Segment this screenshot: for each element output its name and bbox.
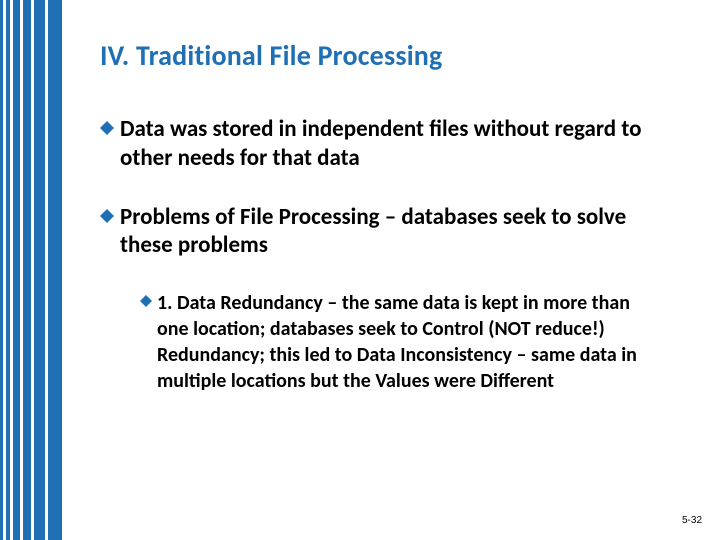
side-stripes bbox=[0, 0, 62, 540]
bullet-item: Problems of File Processing – databases … bbox=[100, 203, 680, 261]
diamond-bullet-icon bbox=[140, 295, 152, 307]
slide-content: IV. Traditional File Processing Data was… bbox=[100, 38, 680, 394]
diamond-bullet-icon bbox=[100, 121, 114, 135]
sub-bullet-item: 1. Data Redundancy – the same data is ke… bbox=[140, 290, 680, 394]
diamond-bullet-icon bbox=[100, 209, 114, 223]
bullet-text: Data was stored in independent files wit… bbox=[120, 115, 680, 173]
bullet-item: Data was stored in independent files wit… bbox=[100, 115, 680, 173]
page-number: 5-32 bbox=[682, 515, 702, 526]
sub-bullet-text: 1. Data Redundancy – the same data is ke… bbox=[157, 290, 657, 394]
bullet-text: Problems of File Processing – databases … bbox=[120, 203, 680, 261]
slide-title: IV. Traditional File Processing bbox=[100, 38, 680, 73]
